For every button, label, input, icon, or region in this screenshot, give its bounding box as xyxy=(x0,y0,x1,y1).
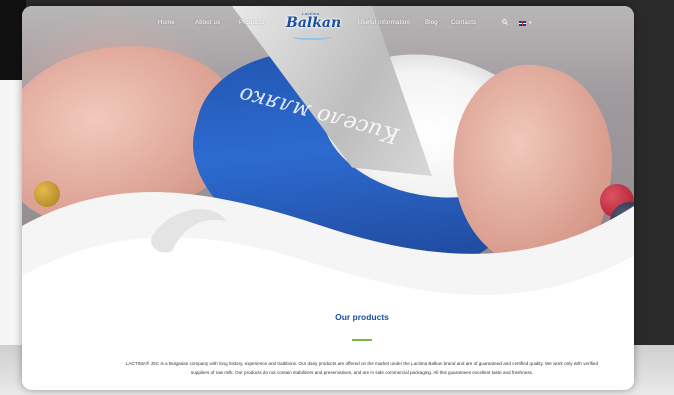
logo-brand: Balkan xyxy=(286,15,342,31)
website-page: Кисело мляко Home About us Products Lact… xyxy=(22,6,634,390)
logo-swoosh-icon xyxy=(292,34,332,40)
nav-item-useful-information[interactable]: Useful information xyxy=(358,20,410,26)
nav-item-products[interactable]: Products xyxy=(239,20,264,26)
products-description: LACTIMA® JSC is a Bulgarian company with… xyxy=(125,361,599,375)
nav-item-about-us[interactable]: About us xyxy=(195,20,220,26)
top-navigation: Home About us Products Lactima Balkan Us… xyxy=(22,6,634,42)
nav-item-home[interactable]: Home xyxy=(158,20,175,26)
flag-uk-icon[interactable] xyxy=(519,21,526,26)
title-divider xyxy=(352,339,372,341)
chevron-down-icon[interactable]: ▾ xyxy=(529,20,532,26)
logo-lactima: Lactima xyxy=(302,11,320,16)
nav-item-contacts[interactable]: Contacts xyxy=(451,20,476,26)
search-icon[interactable] xyxy=(502,19,508,25)
nav-item-blog[interactable]: Blog xyxy=(425,20,438,26)
hero-wave-divider xyxy=(22,192,634,390)
brand-logo[interactable]: Lactima Balkan xyxy=(286,10,342,40)
products-section-title: Our products xyxy=(335,312,389,322)
